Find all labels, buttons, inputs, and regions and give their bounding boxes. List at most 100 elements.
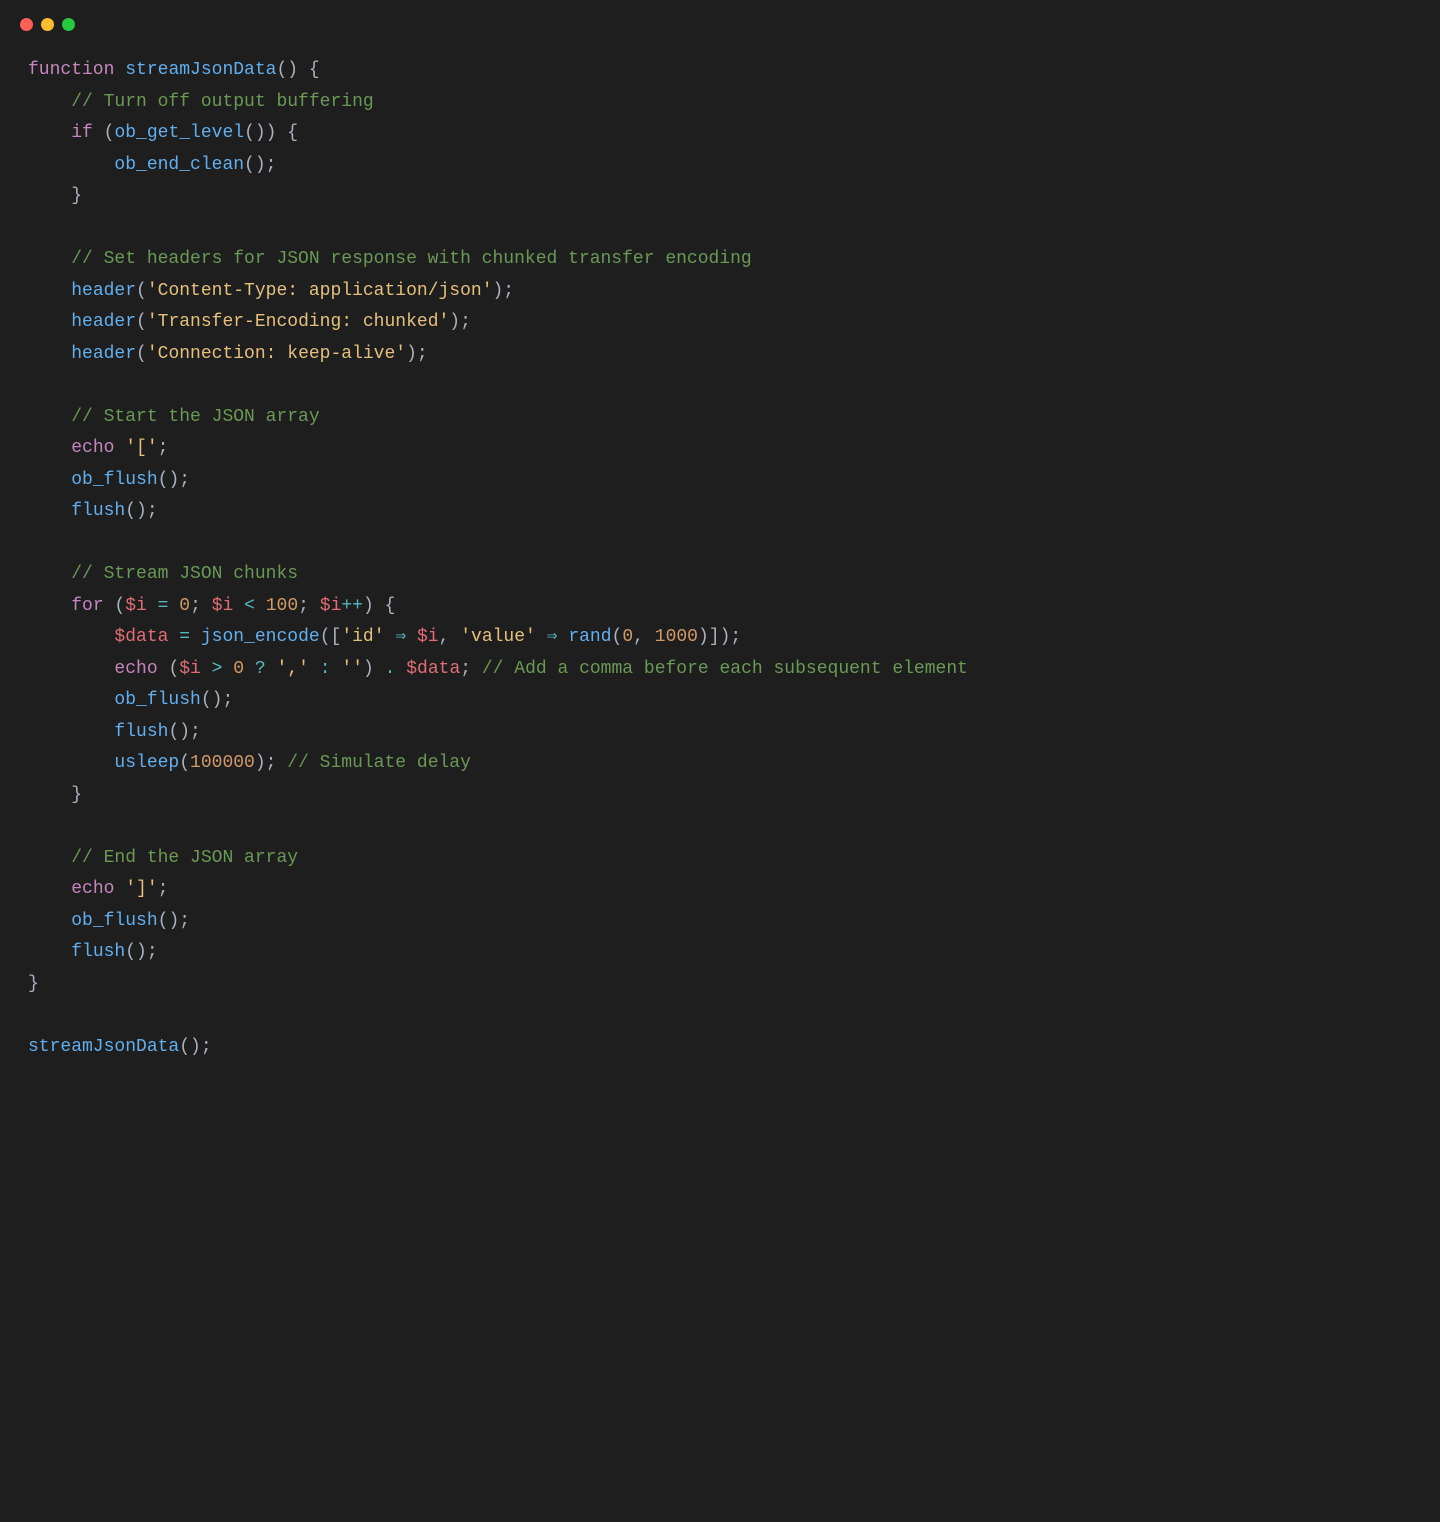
code-token — [28, 879, 71, 899]
code-token: '[' — [125, 438, 157, 458]
code-token: 100 — [266, 596, 298, 616]
code-token — [114, 60, 125, 80]
code-line: function streamJsonData() { — [28, 55, 1412, 87]
code-token — [28, 281, 71, 301]
code-token — [168, 596, 179, 616]
code-line — [28, 213, 1412, 245]
code-token: : — [320, 659, 331, 679]
code-token: streamJsonData — [125, 60, 276, 80]
code-token: ⇒ — [547, 627, 558, 647]
code-line: header('Transfer-Encoding: chunked'); — [28, 307, 1412, 339]
code-token: , — [439, 627, 461, 647]
code-token: ob_get_level — [114, 123, 244, 143]
code-line: usleep(100000); // Simulate delay — [28, 748, 1412, 780]
code-token: (); — [168, 722, 200, 742]
code-token: ; — [190, 596, 212, 616]
code-token: ( — [179, 753, 190, 773]
code-token: } — [71, 186, 82, 206]
code-line: // Stream JSON chunks — [28, 559, 1412, 591]
code-token — [28, 186, 71, 206]
code-token: ( — [158, 659, 180, 679]
code-token: ) — [363, 659, 385, 679]
code-line: } — [28, 780, 1412, 812]
code-token — [266, 659, 277, 679]
code-token: flush — [71, 501, 125, 521]
code-token: header — [71, 312, 136, 332]
code-line: echo ($i > 0 ? ',' : '') . $data; // Add… — [28, 654, 1412, 686]
code-token: // Simulate delay — [287, 753, 471, 773]
code-token: rand — [568, 627, 611, 647]
code-line — [28, 528, 1412, 560]
code-token: ob_flush — [71, 911, 157, 931]
code-token: = — [158, 596, 169, 616]
code-token: < — [244, 596, 255, 616]
code-token — [28, 123, 71, 143]
code-token: 100000 — [190, 753, 255, 773]
code-token: ⇒ — [395, 627, 406, 647]
code-token: usleep — [114, 753, 179, 773]
code-token — [331, 659, 342, 679]
code-line: echo '['; — [28, 433, 1412, 465]
code-line: } — [28, 969, 1412, 1001]
code-token — [28, 344, 71, 364]
code-token — [558, 627, 569, 647]
code-token: flush — [114, 722, 168, 742]
code-line: header('Connection: keep-alive'); — [28, 339, 1412, 371]
code-token: $i — [179, 659, 201, 679]
maximize-icon[interactable] — [62, 18, 75, 31]
code-line: // Turn off output buffering — [28, 87, 1412, 119]
code-token — [406, 627, 417, 647]
code-token: (); — [244, 155, 276, 175]
code-token — [536, 627, 547, 647]
code-token: } — [28, 974, 39, 994]
code-token — [28, 753, 114, 773]
code-token: ([ — [320, 627, 342, 647]
code-token: json_encode — [201, 627, 320, 647]
code-token: )]); — [698, 627, 741, 647]
close-icon[interactable] — [20, 18, 33, 31]
code-token: (); — [158, 911, 190, 931]
code-token — [168, 627, 179, 647]
code-token: (); — [125, 942, 157, 962]
code-token — [28, 785, 71, 805]
code-token — [222, 659, 233, 679]
code-token: = — [179, 627, 190, 647]
code-token — [190, 627, 201, 647]
code-token: 0 — [622, 627, 633, 647]
code-token: for — [71, 596, 103, 616]
code-line: // Set headers for JSON response with ch… — [28, 244, 1412, 276]
code-token: (); — [158, 470, 190, 490]
code-token: $i — [125, 596, 147, 616]
code-token: (); — [179, 1037, 211, 1057]
code-token: () { — [276, 60, 319, 80]
code-window: function streamJsonData() { // Turn off … — [0, 0, 1440, 1103]
code-token — [28, 312, 71, 332]
code-token — [255, 596, 266, 616]
code-line: if (ob_get_level()) { — [28, 118, 1412, 150]
code-editor[interactable]: function streamJsonData() { // Turn off … — [0, 41, 1440, 1103]
code-token: 'Connection: keep-alive' — [147, 344, 406, 364]
code-token — [28, 407, 71, 427]
code-line: flush(); — [28, 717, 1412, 749]
code-token: (); — [125, 501, 157, 521]
code-line — [28, 811, 1412, 843]
code-line — [28, 1000, 1412, 1032]
code-token: ; — [460, 659, 482, 679]
code-line: streamJsonData(); — [28, 1032, 1412, 1064]
code-token: ( — [93, 123, 115, 143]
code-line: ob_flush(); — [28, 685, 1412, 717]
code-token — [28, 911, 71, 931]
code-token: streamJsonData — [28, 1037, 179, 1057]
code-line: ob_end_clean(); — [28, 150, 1412, 182]
code-token: ) { — [363, 596, 395, 616]
code-token: ( — [136, 312, 147, 332]
code-token: ? — [255, 659, 266, 679]
code-token: function — [28, 60, 114, 80]
code-token: echo — [71, 879, 114, 899]
code-line: // Start the JSON array — [28, 402, 1412, 434]
code-token — [28, 627, 114, 647]
minimize-icon[interactable] — [41, 18, 54, 31]
code-token: // Add a comma before each subsequent el… — [482, 659, 968, 679]
code-token — [309, 659, 320, 679]
code-token: ); — [449, 312, 471, 332]
